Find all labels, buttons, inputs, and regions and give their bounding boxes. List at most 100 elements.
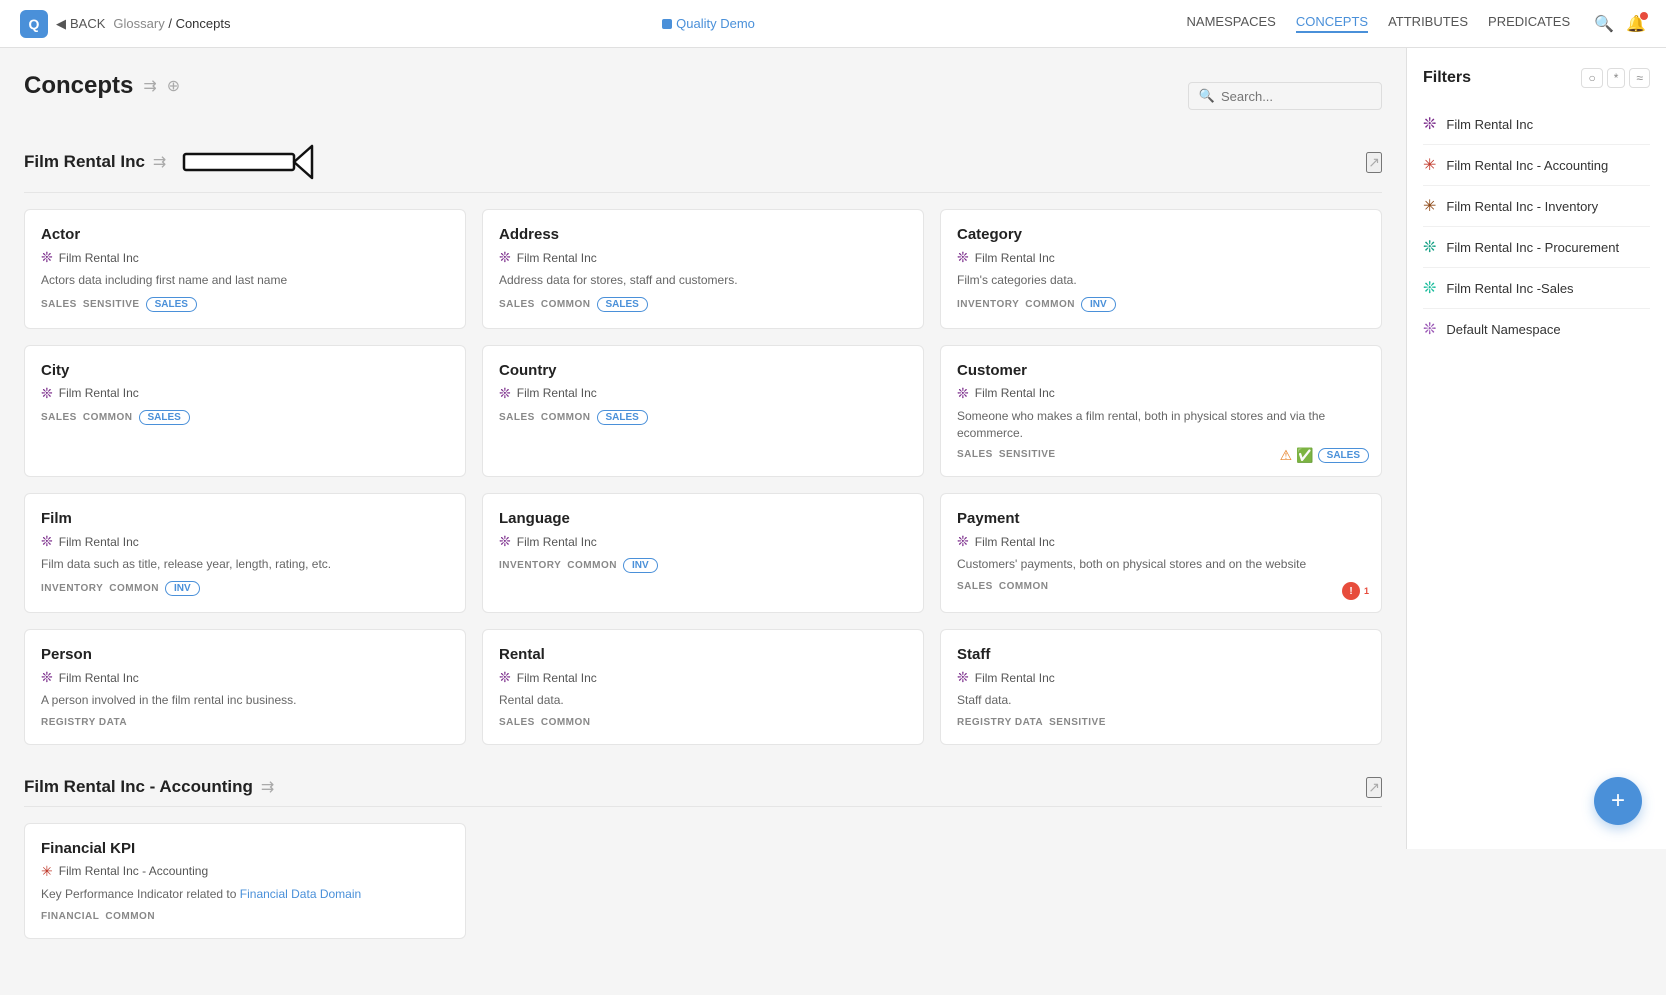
nav-icon-group: 🔍 🔔	[1594, 14, 1646, 34]
filter-label-accounting: Film Rental Inc - Accounting	[1446, 158, 1608, 173]
financial-data-domain-link[interactable]: Financial Data Domain	[240, 887, 361, 901]
card-tags-language: INVENTORY COMMON INV	[499, 558, 907, 573]
namespace-name-financial-kpi: Film Rental Inc - Accounting	[59, 864, 208, 878]
card-namespace-address: ❊ Film Rental Inc	[499, 249, 907, 266]
section-title-row: Film Rental Inc ⇉	[24, 140, 322, 184]
section-title-row-accounting: Film Rental Inc - Accounting ⇉	[24, 777, 274, 797]
search-box[interactable]: 🔍	[1188, 82, 1382, 110]
filter-label-inventory: Film Rental Inc - Inventory	[1446, 199, 1598, 214]
filter-btn-star[interactable]: *	[1607, 68, 1626, 88]
tag-inventory: INVENTORY	[41, 583, 103, 594]
breadcrumb-glossary[interactable]: Glossary	[113, 16, 164, 31]
filter-item-film-rental-inc[interactable]: ❊ Film Rental Inc	[1423, 104, 1650, 145]
tag-sensitive: SENSITIVE	[1049, 717, 1106, 728]
back-chevron: ◀	[56, 16, 66, 32]
breadcrumb-concepts: Concepts	[176, 16, 231, 31]
filter-btn-approx[interactable]: ≈	[1629, 68, 1650, 88]
nav-predicates[interactable]: PREDICATES	[1488, 14, 1570, 33]
namespace-icon-staff: ❊	[957, 669, 969, 686]
card-tags-staff: REGISTRY DATA SENSITIVE	[957, 717, 1365, 728]
app-logo[interactable]: Q	[20, 10, 48, 38]
badge-customer: SALES	[1318, 448, 1369, 463]
add-icon-button[interactable]: ⊕	[167, 76, 180, 96]
card-address[interactable]: Address ❊ Film Rental Inc Address data f…	[482, 209, 924, 329]
tag-inventory: INVENTORY	[957, 299, 1019, 310]
card-actor[interactable]: Actor ❊ Film Rental Inc Actors data incl…	[24, 209, 466, 329]
card-namespace-person: ❊ Film Rental Inc	[41, 669, 449, 686]
card-title-film: Film	[41, 510, 449, 527]
filter-icon-default: ❊	[1423, 319, 1436, 339]
filter-btn-circle[interactable]: ○	[1581, 68, 1602, 88]
card-tags-film: INVENTORY COMMON INV	[41, 581, 449, 596]
card-payment[interactable]: Payment ❊ Film Rental Inc Customers' pay…	[940, 493, 1382, 613]
card-language[interactable]: Language ❊ Film Rental Inc INVENTORY COM…	[482, 493, 924, 613]
card-country[interactable]: Country ❊ Film Rental Inc SALES COMMON S…	[482, 345, 924, 478]
search-button[interactable]: 🔍	[1594, 14, 1614, 34]
filters-sidebar: Filters ○ * ≈ ❊ Film Rental Inc ✳ Film R…	[1406, 48, 1666, 849]
namespace-name-language: Film Rental Inc	[517, 535, 597, 549]
card-title-person: Person	[41, 646, 449, 663]
main-layout: Concepts ⇉ ⊕ 🔍 Film Rental Inc ⇉	[0, 48, 1666, 995]
nav-attributes[interactable]: ATTRIBUTES	[1388, 14, 1468, 33]
section-share-icon-accounting[interactable]: ⇉	[261, 777, 274, 797]
namespace-name-city: Film Rental Inc	[59, 386, 139, 400]
card-desc-staff: Staff data.	[957, 692, 1365, 709]
filter-buttons-group: ○ * ≈	[1581, 68, 1650, 88]
card-rental[interactable]: Rental ❊ Film Rental Inc Rental data. SA…	[482, 629, 924, 745]
card-person[interactable]: Person ❊ Film Rental Inc A person involv…	[24, 629, 466, 745]
section-external-link-accounting[interactable]: ↗	[1366, 777, 1382, 798]
share-icon-button[interactable]: ⇉	[143, 76, 156, 96]
back-button[interactable]: ◀ BACK	[56, 16, 105, 32]
filter-icon-film-rental-inc: ❊	[1423, 114, 1436, 134]
card-desc-category: Film's categories data.	[957, 272, 1365, 289]
namespace-name-person: Film Rental Inc	[59, 671, 139, 685]
tag-financial: FINANCIAL	[41, 911, 99, 922]
card-customer[interactable]: Customer ❊ Film Rental Inc Someone who m…	[940, 345, 1382, 478]
filter-item-default[interactable]: ❊ Default Namespace	[1423, 309, 1650, 349]
badge-actor: SALES	[146, 297, 197, 312]
card-city[interactable]: City ❊ Film Rental Inc SALES COMMON SALE…	[24, 345, 466, 478]
section-share-icon[interactable]: ⇉	[153, 152, 166, 172]
card-film[interactable]: Film ❊ Film Rental Inc Film data such as…	[24, 493, 466, 613]
notification-button[interactable]: 🔔	[1626, 14, 1646, 34]
nav-concepts[interactable]: CONCEPTS	[1296, 14, 1368, 33]
tag-common: COMMON	[105, 911, 155, 922]
card-desc-customer: Someone who makes a film rental, both in…	[957, 408, 1365, 442]
namespace-icon-address: ❊	[499, 249, 511, 266]
namespace-name-staff: Film Rental Inc	[975, 671, 1055, 685]
card-title-category: Category	[957, 226, 1365, 243]
cards-grid-film-rental-inc: Actor ❊ Film Rental Inc Actors data incl…	[24, 209, 1382, 745]
namespace-icon-customer: ❊	[957, 385, 969, 402]
back-label[interactable]: BACK	[70, 16, 105, 31]
filter-icon-sales: ❊	[1423, 278, 1436, 298]
nav-links: NAMESPACES CONCEPTS ATTRIBUTES PREDICATE…	[1187, 14, 1571, 33]
badge-language: INV	[623, 558, 658, 573]
filter-item-sales[interactable]: ❊ Film Rental Inc -Sales	[1423, 268, 1650, 309]
namespace-icon-city: ❊	[41, 385, 53, 402]
search-input[interactable]	[1221, 89, 1371, 104]
card-title-address: Address	[499, 226, 907, 243]
card-financial-kpi[interactable]: Financial KPI ✳ Film Rental Inc - Accoun…	[24, 823, 466, 939]
filter-item-accounting[interactable]: ✳ Film Rental Inc - Accounting	[1423, 145, 1650, 186]
filter-item-procurement[interactable]: ❊ Film Rental Inc - Procurement	[1423, 227, 1650, 268]
card-staff[interactable]: Staff ❊ Film Rental Inc Staff data. REGI…	[940, 629, 1382, 745]
section-external-link[interactable]: ↗	[1366, 152, 1382, 173]
filter-item-inventory[interactable]: ✳ Film Rental Inc - Inventory	[1423, 186, 1650, 227]
card-category[interactable]: Category ❊ Film Rental Inc Film's catego…	[940, 209, 1382, 329]
card-title-staff: Staff	[957, 646, 1365, 663]
tag-sensitive: SENSITIVE	[83, 299, 140, 310]
nav-namespaces[interactable]: NAMESPACES	[1187, 14, 1276, 33]
card-tags-country: SALES COMMON SALES	[499, 410, 907, 425]
card-title-financial-kpi: Financial KPI	[41, 840, 449, 857]
card-namespace-category: ❊ Film Rental Inc	[957, 249, 1365, 266]
section-header-accounting: Film Rental Inc - Accounting ⇉ ↗	[24, 777, 1382, 807]
card-title-rental: Rental	[499, 646, 907, 663]
fab-add-button[interactable]: +	[1594, 777, 1642, 825]
section-film-rental-inc-accounting: Film Rental Inc - Accounting ⇉ ↗ Financi…	[24, 777, 1382, 939]
card-namespace-country: ❊ Film Rental Inc	[499, 385, 907, 402]
tag-sales: SALES	[957, 449, 993, 460]
page-title: Concepts	[24, 72, 133, 100]
section-film-rental-inc: Film Rental Inc ⇉ ↗ Actor ❊	[24, 140, 1382, 745]
card-tags-category: INVENTORY COMMON INV	[957, 297, 1365, 312]
card-namespace-payment: ❊ Film Rental Inc	[957, 533, 1365, 550]
